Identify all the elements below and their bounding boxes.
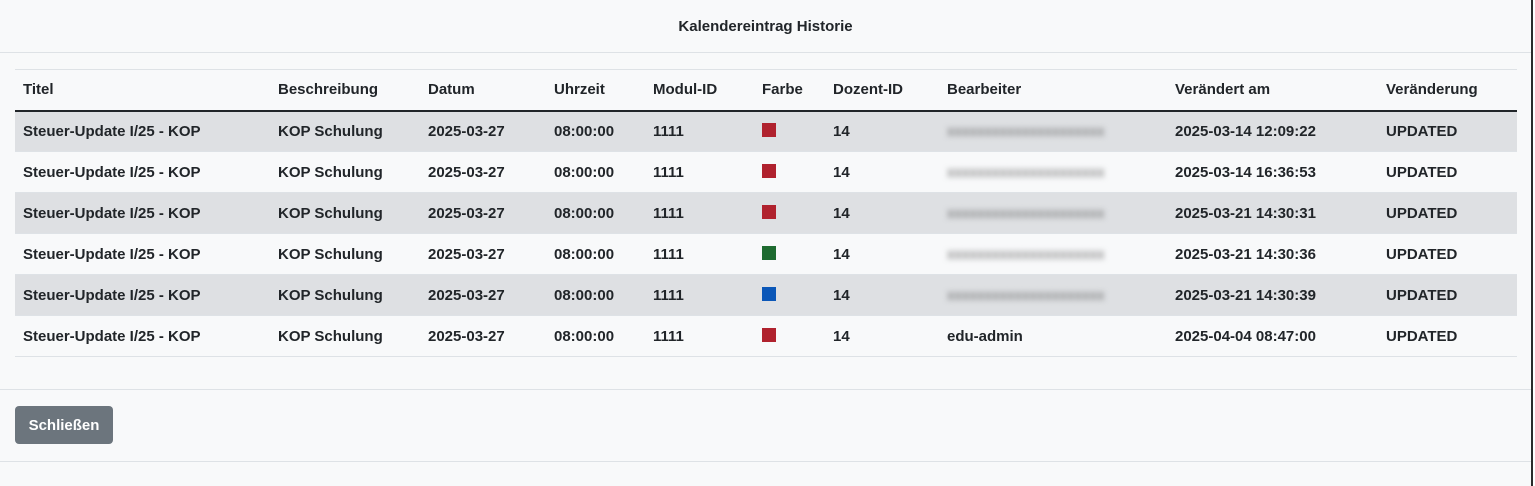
cell-dozent-id: 14 [825, 192, 939, 234]
history-table: Titel Beschreibung Datum Uhrzeit Modul-I… [15, 69, 1517, 357]
cell-titel: Steuer-Update I/25 - KOP [15, 233, 270, 275]
table-body: Steuer-Update I/25 - KOP KOP Schulung 2025… [15, 110, 1517, 357]
cell-beschreibung: KOP Schulung [270, 274, 420, 316]
table-header: Titel Beschreibung Datum Uhrzeit Modul-I… [15, 69, 1517, 112]
cell-farbe [754, 315, 825, 357]
cell-dozent-id: 14 [825, 110, 939, 152]
column-header-titel: Titel [15, 69, 270, 112]
cell-titel: Steuer-Update I/25 - KOP [15, 110, 270, 152]
column-header-datum: Datum [420, 69, 546, 112]
cell-titel: Steuer-Update I/25 - KOP [15, 192, 270, 234]
cell-bearbeiter: edu-admin [939, 315, 1167, 357]
cell-datum: 2025-03-27 [420, 151, 546, 193]
column-header-uhrzeit: Uhrzeit [546, 69, 645, 112]
cell-uhrzeit: 08:00:00 [546, 151, 645, 193]
cell-dozent-id: 14 [825, 151, 939, 193]
column-header-modul-id: Modul-ID [645, 69, 754, 112]
cell-bearbeiter: xxxxxxxxxxxxxxxxxxxxx [939, 192, 1167, 234]
table-row: Steuer-Update I/25 - KOP KOP Schulung 2025… [15, 233, 1517, 275]
color-swatch [762, 245, 776, 260]
cell-modul-id: 1111 [645, 315, 754, 357]
modal-body: Titel Beschreibung Datum Uhrzeit Modul-I… [0, 53, 1531, 390]
column-header-veraenderung: Veränderung [1378, 69, 1517, 112]
cell-bearbeiter: xxxxxxxxxxxxxxxxxxxxx [939, 110, 1167, 152]
cell-dozent-id: 14 [825, 315, 939, 357]
cell-farbe [754, 110, 825, 152]
cell-farbe [754, 233, 825, 275]
cell-veraenderung: UPDATED [1378, 315, 1517, 357]
redacted-email: xxxxxxxxxxxxxxxxxxxxx [947, 163, 1105, 181]
cell-bearbeiter: xxxxxxxxxxxxxxxxxxxxx [939, 151, 1167, 193]
cell-farbe [754, 151, 825, 193]
color-swatch [762, 327, 776, 342]
history-modal: Kalendereintrag Historie Titel Beschreib… [0, 0, 1533, 486]
header-row: Titel Beschreibung Datum Uhrzeit Modul-I… [15, 69, 1517, 112]
table-row: Steuer-Update I/25 - KOP KOP Schulung 2025… [15, 315, 1517, 357]
column-header-farbe: Farbe [754, 69, 825, 112]
column-header-bearbeiter: Bearbeiter [939, 69, 1167, 112]
table-row: Steuer-Update I/25 - KOP KOP Schulung 2025… [15, 110, 1517, 152]
cell-datum: 2025-03-27 [420, 233, 546, 275]
cell-farbe [754, 192, 825, 234]
redacted-email: xxxxxxxxxxxxxxxxxxxxx [947, 122, 1105, 140]
cell-veraenderung: UPDATED [1378, 233, 1517, 275]
cell-beschreibung: KOP Schulung [270, 151, 420, 193]
redacted-email: xxxxxxxxxxxxxxxxxxxxx [947, 286, 1105, 304]
cell-titel: Steuer-Update I/25 - KOP [15, 274, 270, 316]
cell-modul-id: 1111 [645, 110, 754, 152]
cell-datum: 2025-03-27 [420, 315, 546, 357]
cell-veraenderung: UPDATED [1378, 192, 1517, 234]
cell-veraendert-am: 2025-03-21 14:30:36 [1167, 233, 1378, 275]
column-header-beschreibung: Beschreibung [270, 69, 420, 112]
cell-veraendert-am: 2025-03-21 14:30:39 [1167, 274, 1378, 316]
cell-veraendert-am: 2025-03-14 12:09:22 [1167, 110, 1378, 152]
cell-uhrzeit: 08:00:00 [546, 192, 645, 234]
cell-uhrzeit: 08:00:00 [546, 315, 645, 357]
modal-header: Kalendereintrag Historie [0, 0, 1531, 53]
color-swatch [762, 122, 776, 137]
color-swatch [762, 204, 776, 219]
cell-beschreibung: KOP Schulung [270, 233, 420, 275]
cell-uhrzeit: 08:00:00 [546, 274, 645, 316]
cell-farbe [754, 274, 825, 316]
cell-veraenderung: UPDATED [1378, 110, 1517, 152]
cell-modul-id: 1111 [645, 151, 754, 193]
cell-uhrzeit: 08:00:00 [546, 110, 645, 152]
column-header-dozent-id: Dozent-ID [825, 69, 939, 112]
cell-beschreibung: KOP Schulung [270, 315, 420, 357]
cell-bearbeiter: xxxxxxxxxxxxxxxxxxxxx [939, 274, 1167, 316]
color-swatch [762, 286, 776, 301]
cell-datum: 2025-03-27 [420, 110, 546, 152]
cell-datum: 2025-03-27 [420, 192, 546, 234]
redacted-email: xxxxxxxxxxxxxxxxxxxxx [947, 204, 1105, 222]
cell-beschreibung: KOP Schulung [270, 110, 420, 152]
cell-veraenderung: UPDATED [1378, 274, 1517, 316]
cell-veraendert-am: 2025-03-14 16:36:53 [1167, 151, 1378, 193]
cell-beschreibung: KOP Schulung [270, 192, 420, 234]
modal-footer: Schließen [0, 390, 1531, 462]
cell-veraenderung: UPDATED [1378, 151, 1517, 193]
cell-veraendert-am: 2025-03-21 14:30:31 [1167, 192, 1378, 234]
cell-bearbeiter: xxxxxxxxxxxxxxxxxxxxx [939, 233, 1167, 275]
table-row: Steuer-Update I/25 - KOP KOP Schulung 2025… [15, 192, 1517, 234]
table-row: Steuer-Update I/25 - KOP KOP Schulung 2025… [15, 274, 1517, 316]
cell-veraendert-am: 2025-04-04 08:47:00 [1167, 315, 1378, 357]
cell-datum: 2025-03-27 [420, 274, 546, 316]
cell-titel: Steuer-Update I/25 - KOP [15, 151, 270, 193]
table-row: Steuer-Update I/25 - KOP KOP Schulung 2025… [15, 151, 1517, 193]
redacted-email: xxxxxxxxxxxxxxxxxxxxx [947, 245, 1105, 263]
cell-modul-id: 1111 [645, 192, 754, 234]
cell-modul-id: 1111 [645, 274, 754, 316]
cell-titel: Steuer-Update I/25 - KOP [15, 315, 270, 357]
cell-uhrzeit: 08:00:00 [546, 233, 645, 275]
cell-dozent-id: 14 [825, 233, 939, 275]
cell-modul-id: 1111 [645, 233, 754, 275]
close-button[interactable]: Schließen [15, 406, 113, 444]
modal-title: Kalendereintrag Historie [678, 17, 853, 35]
color-swatch [762, 163, 776, 178]
column-header-veraendert-am: Verändert am [1167, 69, 1378, 112]
cell-dozent-id: 14 [825, 274, 939, 316]
